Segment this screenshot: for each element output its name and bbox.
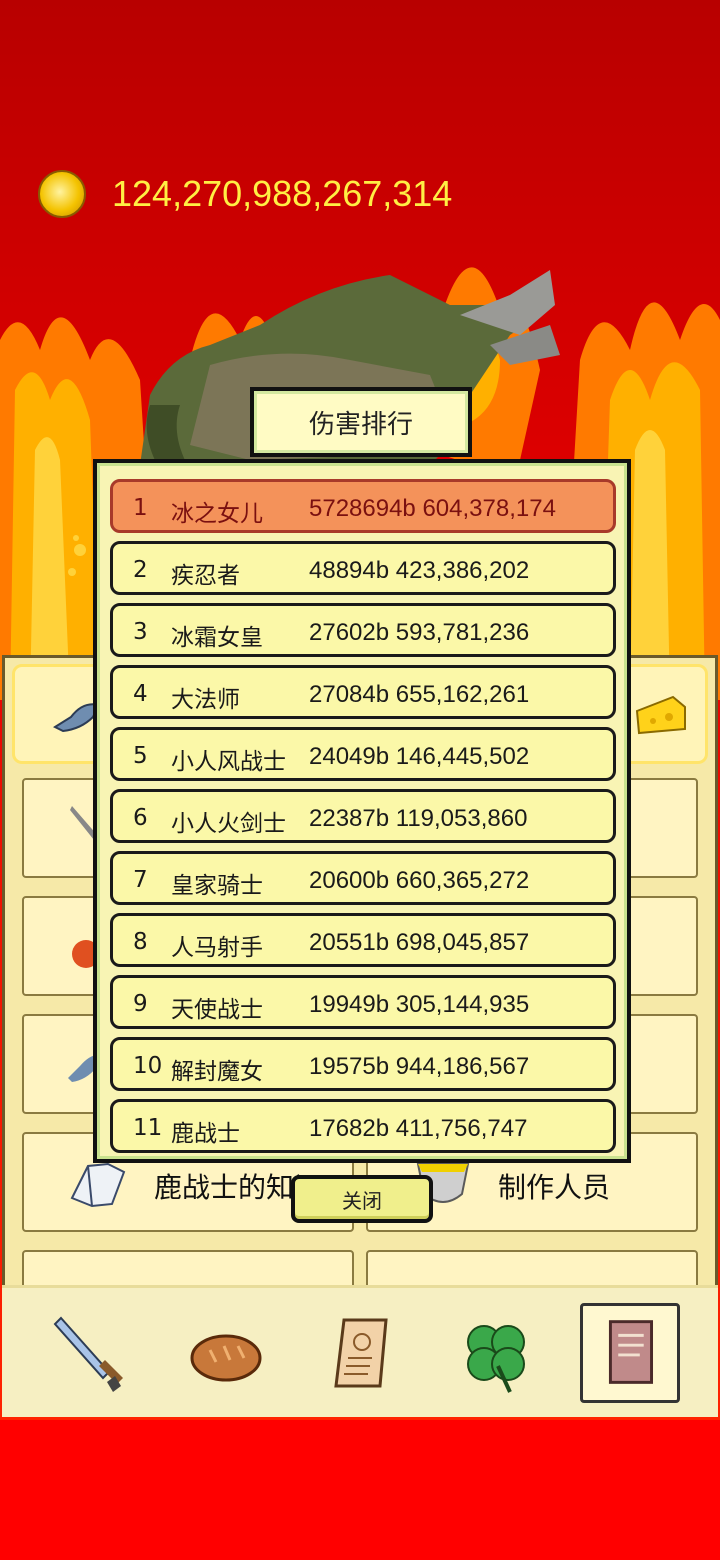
cheese-icon bbox=[635, 695, 686, 735]
rank-row: 11 鹿战士 17682b 411,756,747 bbox=[110, 1099, 616, 1153]
damage-score: 19949b 305,144,935 bbox=[309, 991, 530, 1018]
book-icon bbox=[608, 1320, 654, 1384]
rank-number: 9 bbox=[133, 991, 148, 1017]
nav-clover[interactable] bbox=[448, 1306, 544, 1402]
damage-score: 27602b 593,781,236 bbox=[309, 619, 530, 646]
menu-label-credits: 制作人员 bbox=[498, 1172, 611, 1203]
rank-number: 1 bbox=[133, 495, 148, 521]
hero-name: 皇家骑士 bbox=[171, 873, 263, 899]
rank-row: 4 大法师 27084b 655,162,261 bbox=[110, 665, 616, 719]
rank-row: 2 疾忍者 48894b 423,386,202 bbox=[110, 541, 616, 595]
currency-display: 124,270,988,267,314 bbox=[38, 170, 452, 218]
damage-score: 24049b 146,445,502 bbox=[309, 743, 530, 770]
hero-name: 冰之女儿 bbox=[171, 501, 263, 527]
bottom-nav-bar bbox=[2, 1285, 718, 1417]
hero-name: 人马射手 bbox=[171, 935, 263, 961]
bottom-background bbox=[0, 1420, 720, 1560]
sword-icon bbox=[53, 1316, 123, 1392]
rank-number: 8 bbox=[133, 929, 148, 955]
rank-number: 11 bbox=[133, 1115, 163, 1141]
rank-row: 9 天使战士 19949b 305,144,935 bbox=[110, 975, 616, 1029]
damage-score: 48894b 423,386,202 bbox=[309, 557, 530, 584]
bread-icon bbox=[190, 1334, 262, 1382]
rank-number: 2 bbox=[133, 557, 148, 583]
rank-number: 10 bbox=[133, 1053, 163, 1079]
scroll-icon bbox=[334, 1318, 388, 1388]
hero-name: 疾忍者 bbox=[171, 563, 240, 589]
rank-number: 6 bbox=[133, 805, 148, 831]
rank-row: 10 解封魔女 19575b 944,186,567 bbox=[110, 1037, 616, 1091]
hero-name: 解封魔女 bbox=[171, 1059, 263, 1085]
hero-name: 大法师 bbox=[171, 687, 240, 713]
close-button[interactable]: 关闭 bbox=[291, 1175, 433, 1223]
rank-row: 8 人马射手 20551b 698,045,857 bbox=[110, 913, 616, 967]
hero-name: 天使战士 bbox=[171, 997, 263, 1023]
nav-book[interactable] bbox=[580, 1303, 680, 1403]
nav-scroll[interactable] bbox=[314, 1306, 410, 1402]
rank-number: 4 bbox=[133, 681, 148, 707]
damage-score: 22387b 119,053,860 bbox=[309, 805, 528, 832]
open-book-icon bbox=[70, 1162, 126, 1208]
rank-row: 3 冰霜女皇 27602b 593,781,236 bbox=[110, 603, 616, 657]
rank-row: 6 小人火剑士 22387b 119,053,860 bbox=[110, 789, 616, 843]
hero-name: 小人风战士 bbox=[171, 749, 286, 775]
hero-name: 鹿战士 bbox=[171, 1121, 240, 1147]
rank-row: 7 皇家骑士 20600b 660,365,272 bbox=[110, 851, 616, 905]
damage-score: 19575b 944,186,567 bbox=[309, 1053, 530, 1080]
hero-name: 冰霜女皇 bbox=[171, 625, 263, 651]
hero-name: 小人火剑士 bbox=[171, 811, 286, 837]
rank-number: 3 bbox=[133, 619, 148, 645]
gold-coin-icon bbox=[38, 170, 86, 218]
currency-amount: 124,270,988,267,314 bbox=[112, 173, 453, 214]
rank-row: 5 小人风战士 24049b 146,445,502 bbox=[110, 727, 616, 781]
nav-bread[interactable] bbox=[180, 1306, 276, 1402]
damage-score: 5728694b 604,378,174 bbox=[309, 495, 556, 522]
damage-score: 17682b 411,756,747 bbox=[309, 1115, 528, 1142]
clover-icon bbox=[467, 1325, 525, 1393]
damage-score: 20600b 660,365,272 bbox=[309, 867, 530, 894]
damage-score: 27084b 655,162,261 bbox=[309, 681, 530, 708]
ranking-dialog-title: 伤害排行 bbox=[250, 387, 472, 457]
rank-number: 5 bbox=[133, 743, 148, 769]
damage-score: 20551b 698,045,857 bbox=[309, 929, 530, 956]
rank-number: 7 bbox=[133, 867, 148, 893]
rank-row: 1 冰之女儿 5728694b 604,378,174 bbox=[110, 479, 616, 533]
nav-sword[interactable] bbox=[47, 1306, 143, 1402]
